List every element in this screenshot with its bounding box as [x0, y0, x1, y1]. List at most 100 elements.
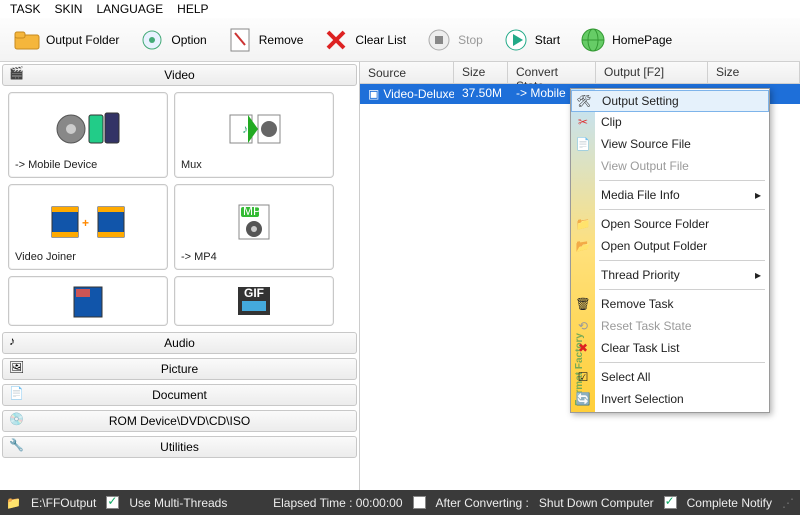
tile-label: Video Joiner	[15, 251, 161, 263]
complete-notify-label: Complete Notify	[687, 496, 772, 510]
category-audio-header[interactable]: ♪ Audio	[2, 332, 357, 354]
category-picture-header[interactable]: 🖼 Picture	[2, 358, 357, 380]
elapsed-time: Elapsed Time : 00:00:00	[273, 496, 402, 510]
output-folder-button[interactable]: Output Folder	[6, 23, 127, 57]
col-output[interactable]: Output [F2]	[596, 62, 708, 83]
globe-icon	[580, 27, 606, 53]
folder-open-icon: 📂	[575, 238, 591, 254]
resize-grip-icon[interactable]: ⋰	[782, 496, 794, 510]
file-icon: ▣	[368, 87, 379, 101]
stop-icon	[426, 27, 452, 53]
svg-text:♪: ♪	[242, 122, 248, 136]
invert-icon: 🔄	[575, 391, 591, 407]
tile-mp4[interactable]: MP4 -> MP4	[174, 184, 334, 270]
category-document-header[interactable]: 📄 Document	[2, 384, 357, 406]
cm-view-output: View Output File	[571, 155, 769, 177]
tile-partial-1[interactable]	[8, 276, 168, 326]
option-label: Option	[171, 33, 206, 47]
cm-clear-task-list[interactable]: ✖Clear Task List	[571, 337, 769, 359]
clear-list-label: Clear List	[355, 33, 406, 47]
clip-icon: ✂	[575, 114, 591, 130]
start-label: Start	[535, 33, 560, 47]
tile-mobile-device[interactable]: -> Mobile Device	[8, 92, 168, 178]
play-icon	[503, 27, 529, 53]
cm-remove-task[interactable]: 🗑Remove Task	[571, 293, 769, 315]
category-utilities-header[interactable]: 🔧 Utilities	[2, 436, 357, 458]
utilities-category-icon: 🔧	[9, 438, 27, 456]
homepage-button[interactable]: HomePage	[572, 23, 680, 57]
picture-category-icon: 🖼	[9, 360, 27, 378]
gear-icon	[139, 27, 165, 53]
category-video-header[interactable]: 🎬 Video	[2, 64, 357, 86]
option-button[interactable]: Option	[131, 23, 214, 57]
list-header: Source Size Convert State Output [F2] Si…	[360, 62, 800, 84]
separator	[599, 180, 765, 181]
col-size[interactable]: Size	[454, 62, 508, 83]
menu-bar: TASK SKIN LANGUAGE HELP	[0, 0, 800, 18]
chevron-right-icon: ▸	[755, 268, 761, 282]
status-bar: 📁 E:\FFOutput Use Multi-Threads Elapsed …	[0, 490, 800, 515]
clear-list-button[interactable]: Clear List	[315, 23, 414, 57]
multithread-label: Use Multi-Threads	[129, 496, 227, 510]
separator	[599, 209, 765, 210]
folder-icon: 📁	[6, 496, 21, 510]
gif-icon: GIF	[181, 283, 327, 319]
mp4-icon: MP4	[181, 191, 327, 251]
tile-label: Mux	[181, 159, 327, 171]
cm-output-setting[interactable]: 🛠Output Setting	[571, 90, 769, 112]
cm-clip[interactable]: ✂Clip	[571, 111, 769, 133]
folder-icon: 📁	[575, 216, 591, 232]
cm-select-all[interactable]: ☑Select All	[571, 366, 769, 388]
complete-notify-checkbox[interactable]	[664, 496, 677, 509]
remove-icon	[227, 27, 253, 53]
svg-text:MP4: MP4	[243, 204, 268, 218]
audio-category-icon: ♪	[9, 334, 27, 352]
mobile-device-icon	[15, 99, 161, 159]
remove-button[interactable]: Remove	[219, 23, 312, 57]
joiner-icon: +	[15, 191, 161, 251]
cm-media-info[interactable]: Media File Info▸	[571, 184, 769, 206]
after-converting-value[interactable]: Shut Down Computer	[539, 496, 654, 510]
chevron-right-icon: ▸	[755, 188, 761, 202]
output-path[interactable]: E:\FFOutput	[31, 496, 96, 510]
stop-button[interactable]: Stop	[418, 23, 491, 57]
cm-open-output-folder[interactable]: 📂Open Output Folder	[571, 235, 769, 257]
start-button[interactable]: Start	[495, 23, 568, 57]
cm-view-source[interactable]: 📄View Source File	[571, 133, 769, 155]
mkv-icon	[15, 283, 161, 319]
category-rom-label: ROM Device\DVD\CD\ISO	[109, 414, 250, 428]
rom-category-icon: 💿	[9, 412, 27, 430]
col-convert-state[interactable]: Convert State	[508, 62, 596, 83]
cm-thread-priority[interactable]: Thread Priority▸	[571, 264, 769, 286]
select-all-icon: ☑	[575, 369, 591, 385]
homepage-label: HomePage	[612, 33, 672, 47]
tile-label: -> MP4	[181, 251, 327, 263]
tile-partial-2[interactable]: GIF	[174, 276, 334, 326]
menu-skin[interactable]: SKIN	[54, 2, 82, 16]
menu-task[interactable]: TASK	[10, 2, 40, 16]
category-utilities-label: Utilities	[160, 440, 199, 454]
menu-language[interactable]: LANGUAGE	[96, 2, 163, 16]
tile-label: -> Mobile Device	[15, 159, 161, 171]
clear-icon: ✖	[575, 340, 591, 356]
after-converting-label: After Converting :	[436, 496, 529, 510]
category-document-label: Document	[152, 388, 207, 402]
cm-open-source-folder[interactable]: 📁Open Source Folder	[571, 213, 769, 235]
main-toolbar: Output Folder Option Remove Clear List S…	[0, 18, 800, 62]
tile-mux[interactable]: ♪ Mux	[174, 92, 334, 178]
tile-video-joiner[interactable]: + Video Joiner	[8, 184, 168, 270]
output-folder-label: Output Folder	[46, 33, 119, 47]
reset-icon: ⟲	[575, 318, 591, 334]
category-rom-header[interactable]: 💿 ROM Device\DVD\CD\ISO	[2, 410, 357, 432]
category-picture-label: Picture	[161, 362, 198, 376]
video-category-icon: 🎬	[9, 66, 27, 84]
separator	[599, 362, 765, 363]
cm-invert-selection[interactable]: 🔄Invert Selection	[571, 388, 769, 410]
category-audio-label: Audio	[164, 336, 195, 350]
menu-help[interactable]: HELP	[177, 2, 208, 16]
col-source[interactable]: Source	[360, 62, 454, 83]
after-converting-checkbox[interactable]	[413, 496, 426, 509]
col-size2[interactable]: Size	[708, 62, 800, 83]
file-icon: 📄	[575, 136, 591, 152]
multithread-checkbox[interactable]	[106, 496, 119, 509]
